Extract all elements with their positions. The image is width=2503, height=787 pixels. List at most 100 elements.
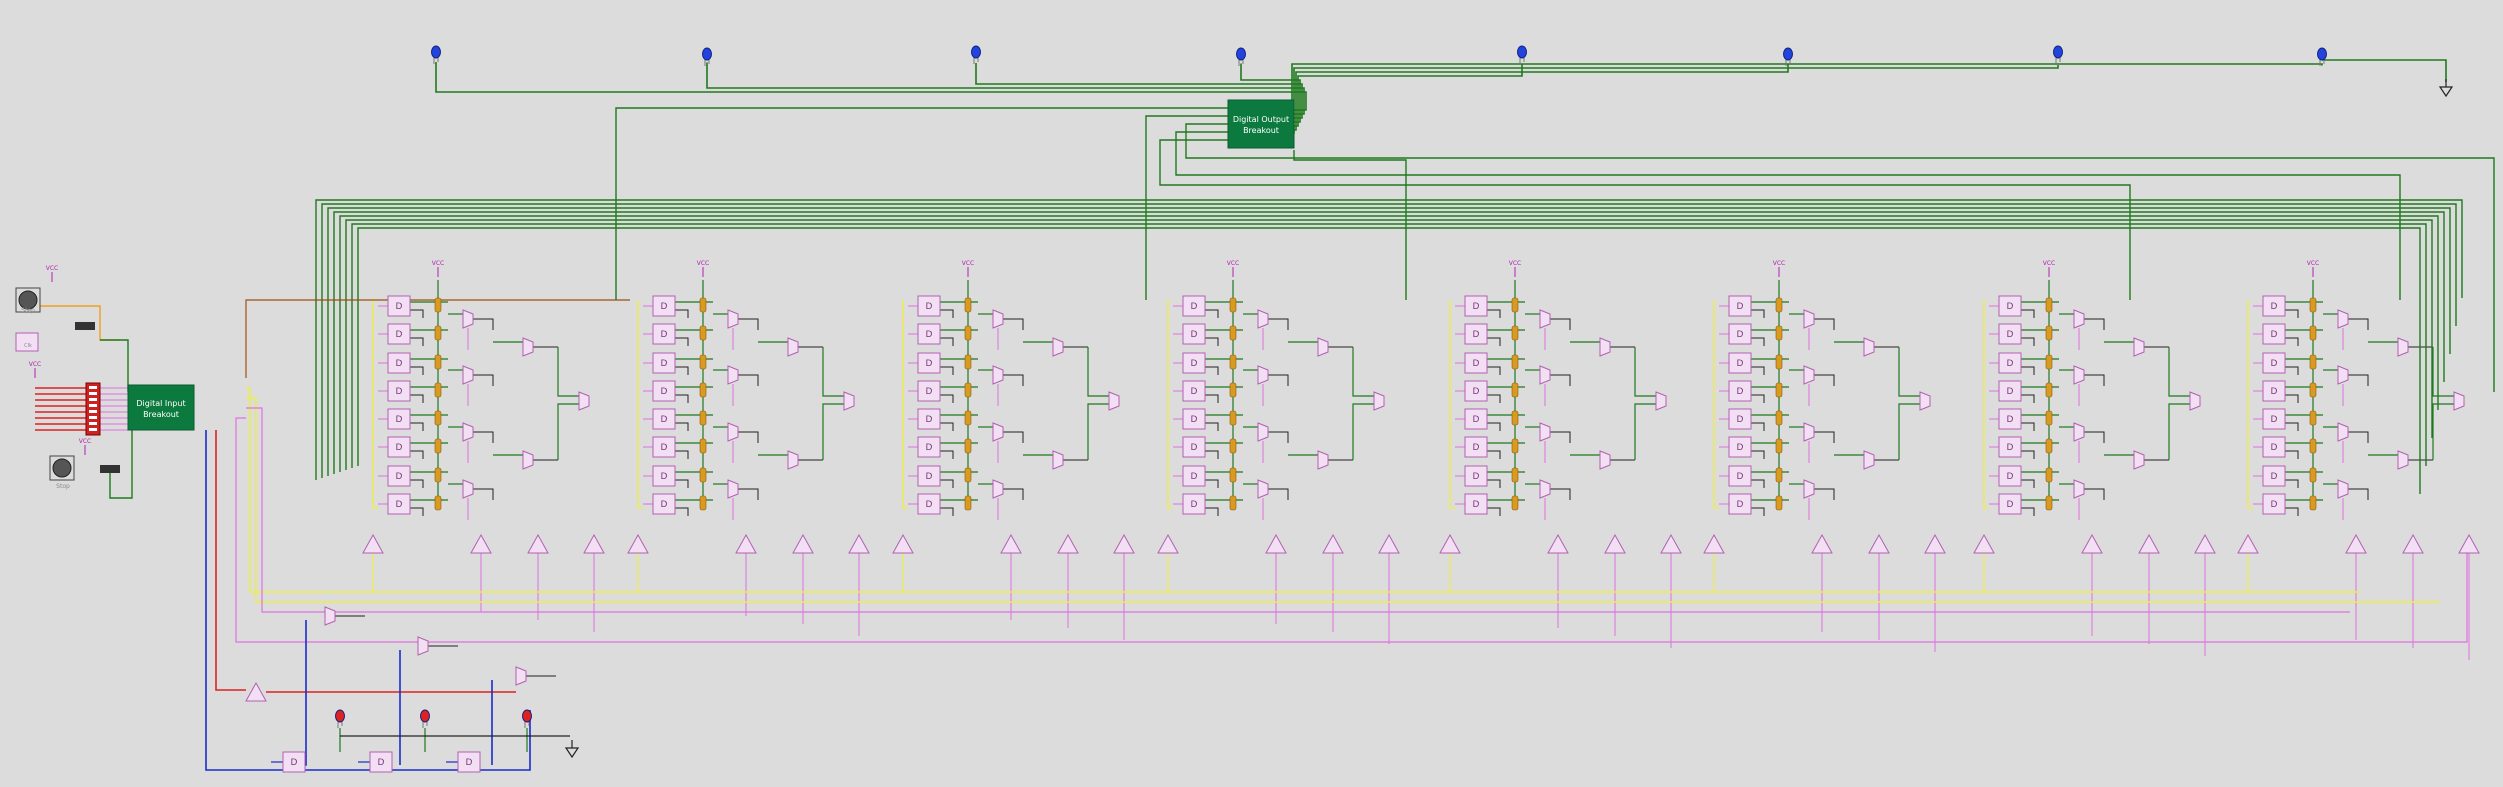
resistor-icon — [1511, 467, 1519, 483]
dip-switch-icon[interactable] — [85, 382, 101, 436]
resistor-icon — [434, 467, 442, 483]
dff-label: D — [661, 415, 668, 425]
dff-label: D — [2007, 415, 2014, 425]
resistor-icon — [2309, 495, 2317, 511]
dip-switch-toggle[interactable] — [89, 422, 97, 425]
dff-label: D — [2271, 443, 2278, 453]
resistor-icon — [964, 410, 972, 426]
resistor-icon — [1229, 467, 1237, 483]
vcc-label: VCC — [432, 260, 444, 267]
resistor-icon — [699, 325, 707, 341]
resistor-icon — [434, 354, 442, 370]
dff-label: D — [396, 415, 403, 425]
dff-label: D — [1737, 472, 1744, 482]
resistor-icon — [434, 410, 442, 426]
dff-label: D — [1191, 500, 1198, 510]
dff-label: D — [926, 443, 933, 453]
led-icon — [971, 45, 981, 59]
dff-label: D — [1191, 415, 1198, 425]
digital-output-breakout[interactable] — [1227, 99, 1295, 149]
resistor-icon — [1511, 297, 1519, 313]
slide-switch-icon[interactable] — [75, 322, 95, 330]
vcc-label: VCC — [697, 260, 709, 267]
vcc-label: VCC — [1509, 260, 1521, 267]
dip-switch-toggle[interactable] — [89, 416, 97, 419]
dff-label: D — [926, 387, 933, 397]
resistor-icon — [434, 382, 442, 398]
led-icon — [335, 709, 345, 723]
resistor-icon — [1229, 354, 1237, 370]
dip-switch-toggle[interactable] — [89, 386, 97, 389]
dff-label: D — [661, 330, 668, 340]
circuit-canvas: Digital Output Breakout Digital Input Br… — [0, 0, 2503, 787]
dff-label: D — [2007, 302, 2014, 312]
resistor-icon — [2045, 297, 2053, 313]
push-button-icon[interactable] — [52, 458, 72, 478]
resistor-icon — [1511, 325, 1519, 341]
resistor-icon — [964, 297, 972, 313]
dff-label: D — [926, 472, 933, 482]
led-icon — [1236, 47, 1246, 61]
dff-label: D — [1473, 330, 1480, 340]
dff-label: D — [2271, 359, 2278, 369]
resistor-icon — [1775, 438, 1783, 454]
led-icon — [1517, 45, 1527, 59]
resistor-icon — [1511, 438, 1519, 454]
dff-label: D — [396, 387, 403, 397]
dff-label: D — [2007, 443, 2014, 453]
dip-switch-toggle[interactable] — [89, 428, 97, 431]
resistor-icon — [964, 438, 972, 454]
resistor-icon — [2309, 410, 2317, 426]
resistor-icon — [699, 354, 707, 370]
resistor-icon — [699, 410, 707, 426]
resistor-icon — [2045, 438, 2053, 454]
dff-label: D — [2271, 387, 2278, 397]
slide-switch-icon[interactable] — [100, 465, 120, 473]
dff-label: D — [396, 500, 403, 510]
resistor-icon — [2309, 467, 2317, 483]
led-icon — [522, 709, 532, 723]
dff-label: D — [926, 330, 933, 340]
dff-label: D — [1473, 387, 1480, 397]
dff-label: D — [661, 443, 668, 453]
reset-button-label: Stop — [56, 483, 70, 490]
dff-label: D — [2271, 415, 2278, 425]
resistor-icon — [2045, 467, 2053, 483]
resistor-icon — [1511, 354, 1519, 370]
dip-switch-toggle[interactable] — [89, 392, 97, 395]
resistor-icon — [699, 382, 707, 398]
resistor-icon — [699, 438, 707, 454]
dff-label: D — [2007, 359, 2014, 369]
dff-label: D — [1191, 330, 1198, 340]
dff-label: D — [2271, 500, 2278, 510]
resistor-icon — [2309, 325, 2317, 341]
dff-label: D — [396, 302, 403, 312]
resistor-icon — [1775, 297, 1783, 313]
dff-label: D — [2007, 387, 2014, 397]
resistor-icon — [699, 297, 707, 313]
dip-switch-toggle[interactable] — [89, 404, 97, 407]
resistor-icon — [2045, 410, 2053, 426]
dff-label: D — [1473, 302, 1480, 312]
dff-label: D — [378, 758, 385, 768]
resistor-icon — [2045, 325, 2053, 341]
vcc-label: VCC — [46, 265, 58, 272]
dff-label: D — [1191, 472, 1198, 482]
resistor-icon — [964, 467, 972, 483]
dff-label: D — [661, 302, 668, 312]
vcc-label: VCC — [2043, 260, 2055, 267]
resistor-icon — [1511, 410, 1519, 426]
resistor-icon — [699, 495, 707, 511]
led-icon — [431, 45, 441, 59]
dip-switch-toggle[interactable] — [89, 410, 97, 413]
resistor-icon — [1775, 382, 1783, 398]
resistor-icon — [1229, 495, 1237, 511]
led-icon — [702, 47, 712, 61]
dip-switch-toggle[interactable] — [89, 398, 97, 401]
resistor-icon — [1229, 325, 1237, 341]
resistor-icon — [1775, 354, 1783, 370]
dff-label: D — [1737, 415, 1744, 425]
resistor-icon — [2309, 354, 2317, 370]
dff-label: D — [1191, 387, 1198, 397]
dff-label: D — [396, 472, 403, 482]
